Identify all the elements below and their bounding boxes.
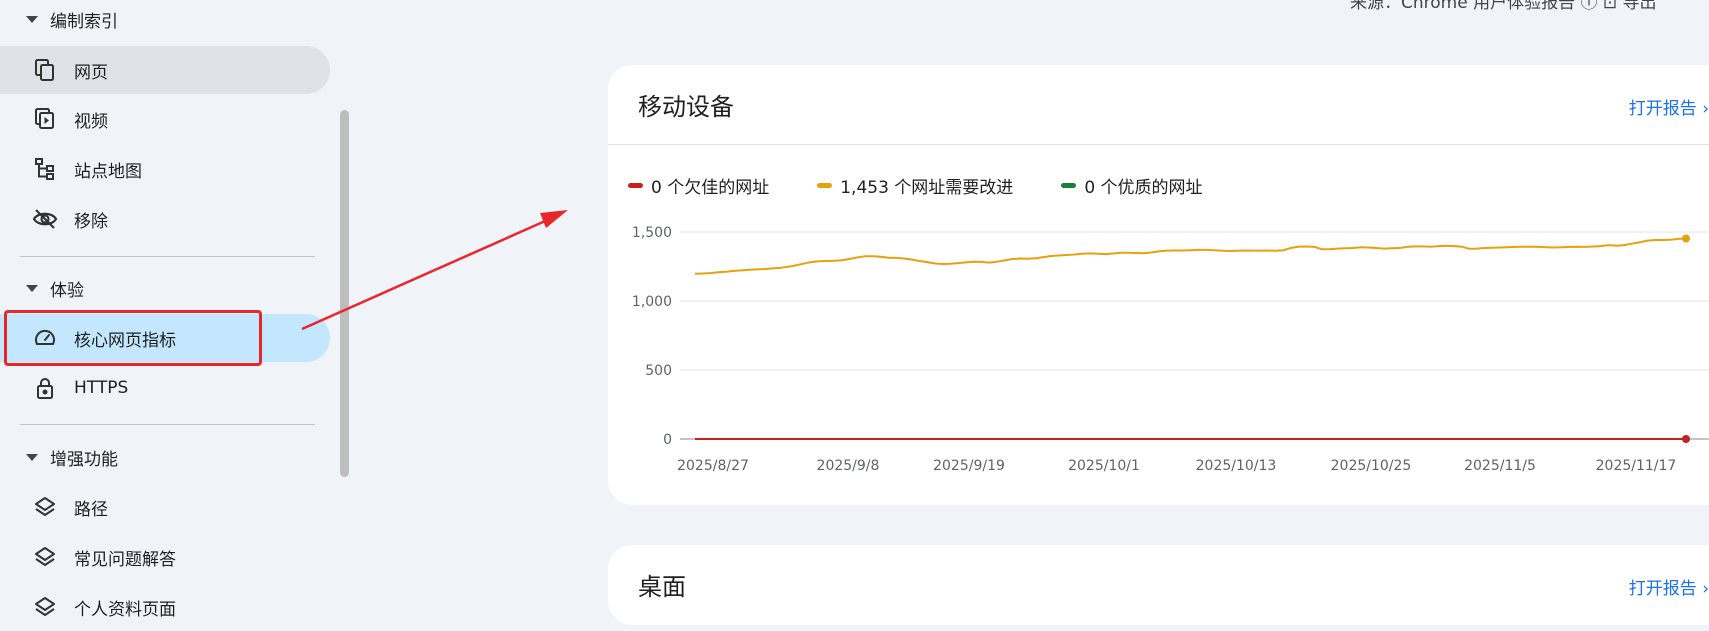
x-tick-label: 2025/10/1 bbox=[1068, 458, 1140, 474]
x-tick-label: 2025/11/5 bbox=[1464, 458, 1536, 474]
x-tick-label: 2025/10/13 bbox=[1196, 458, 1277, 474]
y-tick-label: 1,500 bbox=[632, 225, 672, 241]
line-chart: 0 500 1,000 1,500 2025/8/27 2025/9/8 2025/9/19… bbox=[632, 225, 1709, 474]
series-end-point bbox=[1682, 435, 1690, 443]
x-tick-label: 2025/9/19 bbox=[933, 458, 1005, 474]
x-tick-label: 2025/10/25 bbox=[1331, 458, 1412, 474]
y-tick-label: 0 bbox=[663, 432, 672, 448]
x-tick-label: 2025/8/27 bbox=[677, 458, 749, 474]
open-report-link[interactable]: 打开报告 › bbox=[1629, 574, 1709, 599]
mobile-card: 移动设备 打开报告 › 0 个欠佳的网址 1,453 个网址需要改进 0 个优质… bbox=[608, 65, 1709, 505]
series-line bbox=[694, 237, 1687, 275]
desktop-card: 桌面 打开报告 › bbox=[608, 545, 1709, 625]
x-tick-label: 2025/9/8 bbox=[817, 458, 880, 474]
y-tick-label: 1,000 bbox=[632, 294, 672, 310]
card-title: 桌面 bbox=[638, 573, 686, 601]
series-end-point bbox=[1682, 234, 1690, 243]
top-source-text: 来源：Chrome 用户体验报告 ⓘ ⊡ 导出 bbox=[1350, 0, 1657, 13]
x-tick-label: 2025/11/17 bbox=[1596, 458, 1677, 474]
y-tick-label: 500 bbox=[645, 363, 672, 379]
